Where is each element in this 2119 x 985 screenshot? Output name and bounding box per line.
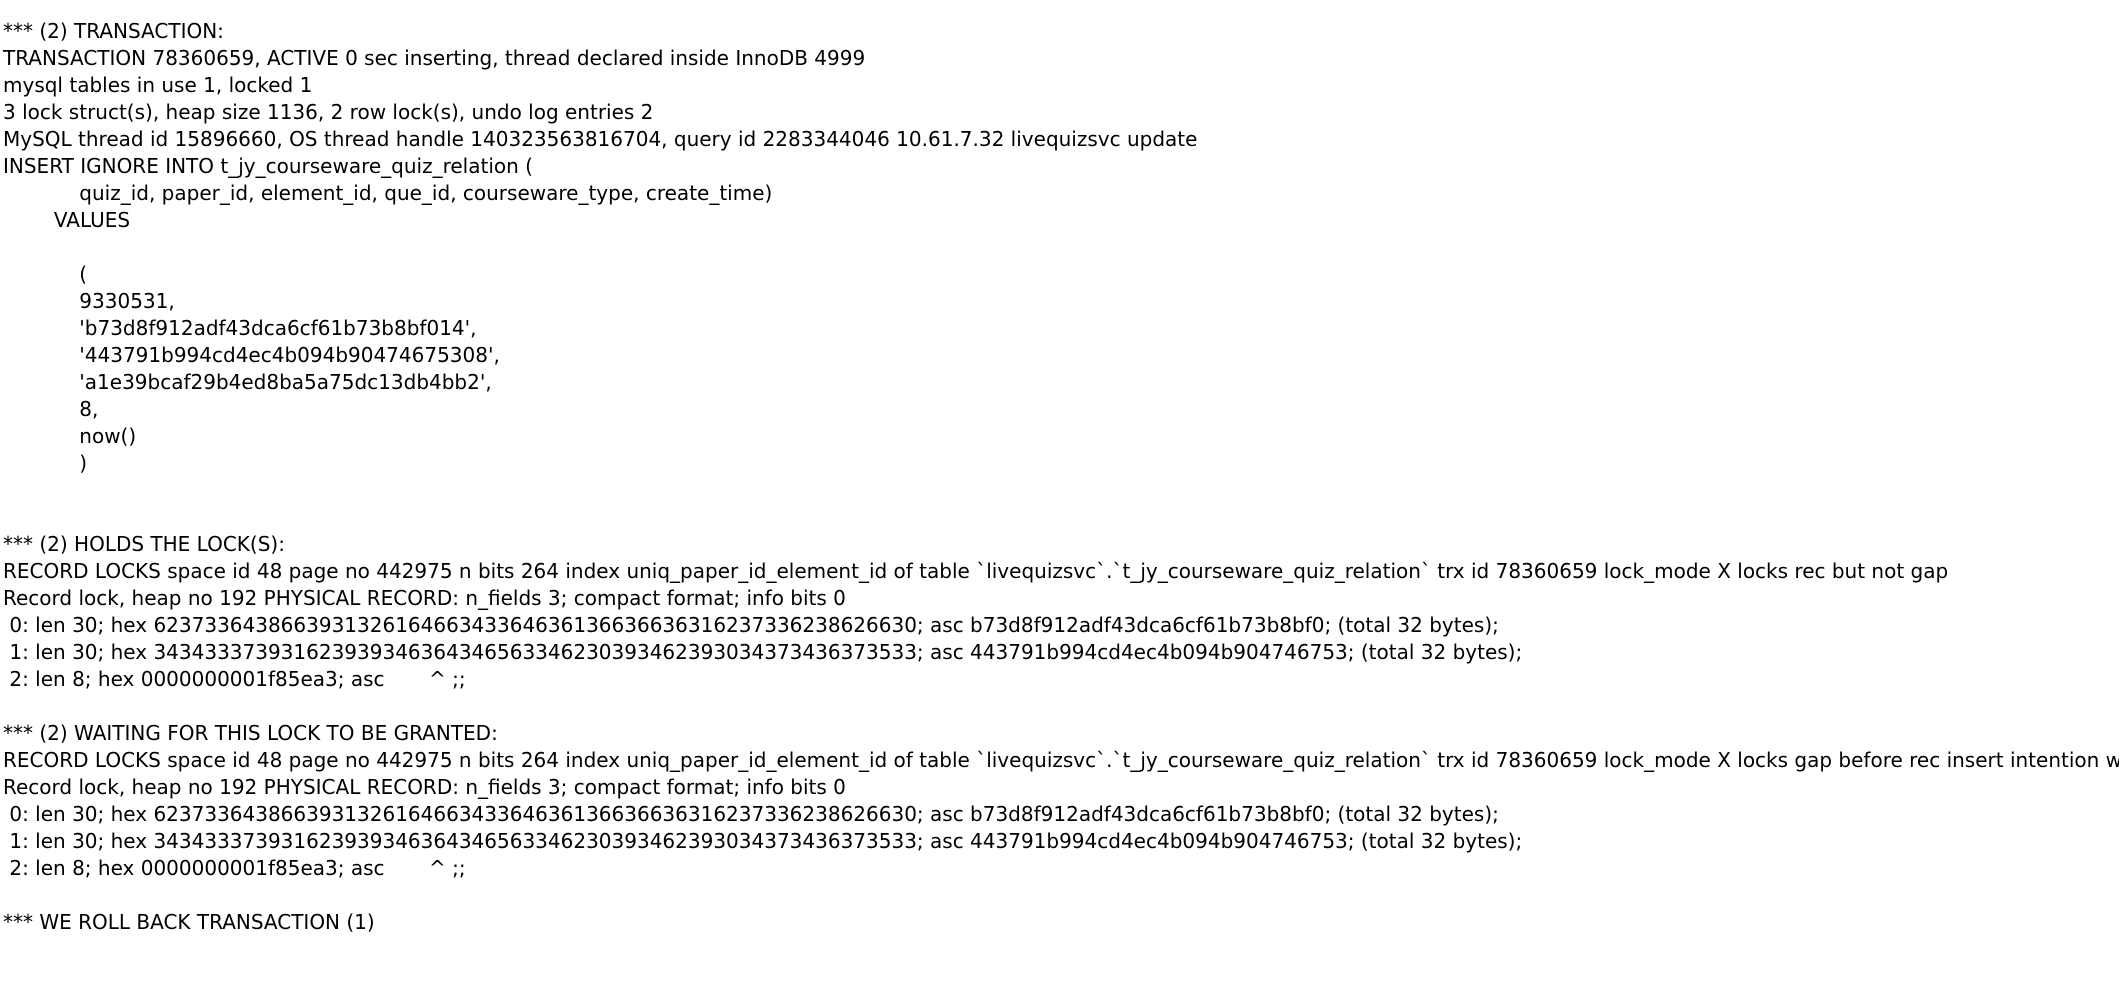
log-line: 1: len 30; hex 3434333739316239393463643… <box>3 640 1523 664</box>
log-line: ) <box>3 451 88 475</box>
log-line: Record lock, heap no 192 PHYSICAL RECORD… <box>3 775 846 799</box>
log-line: 0: len 30; hex 6237336438663931326164663… <box>3 802 1499 826</box>
log-line: INSERT IGNORE INTO t_jy_courseware_quiz_… <box>3 154 533 178</box>
log-line: now() <box>3 424 137 448</box>
log-line: 1: len 30; hex 3434333739316239393463643… <box>3 829 1523 853</box>
log-line: quiz_id, paper_id, element_id, que_id, c… <box>3 181 773 205</box>
log-line: 'b73d8f912adf43dca6cf61b73b8bf014', <box>3 316 477 340</box>
log-line: mysql tables in use 1, locked 1 <box>3 73 313 97</box>
log-line: RECORD LOCKS space id 48 page no 442975 … <box>3 559 1949 583</box>
log-line: *** (2) HOLDS THE LOCK(S): <box>3 532 285 556</box>
log-line: 0: len 30; hex 6237336438663931326164663… <box>3 613 1499 637</box>
log-line: RECORD LOCKS space id 48 page no 442975 … <box>3 748 2119 772</box>
log-line: Record lock, heap no 192 PHYSICAL RECORD… <box>3 586 846 610</box>
log-line: VALUES <box>3 208 131 232</box>
log-line: 2: len 8; hex 0000000001f85ea3; asc ^ ;; <box>3 856 466 880</box>
log-line: *** (2) WAITING FOR THIS LOCK TO BE GRAN… <box>3 721 498 745</box>
log-line: 3 lock struct(s), heap size 1136, 2 row … <box>3 100 654 124</box>
log-line: MySQL thread id 15896660, OS thread hand… <box>3 127 1198 151</box>
log-line: '443791b994cd4ec4b094b90474675308', <box>3 343 500 367</box>
log-line: ( <box>3 262 88 286</box>
log-line: 8, <box>3 397 99 421</box>
deadlock-log: *** (2) TRANSACTION: TRANSACTION 7836065… <box>3 18 2119 936</box>
log-line: *** WE ROLL BACK TRANSACTION (1) <box>3 910 375 934</box>
log-line: 9330531, <box>3 289 175 313</box>
log-line: *** (2) TRANSACTION: <box>3 19 224 43</box>
log-line: 'a1e39bcaf29b4ed8ba5a75dc13db4bb2', <box>3 370 492 394</box>
log-line: TRANSACTION 78360659, ACTIVE 0 sec inser… <box>3 46 866 70</box>
log-line: 2: len 8; hex 0000000001f85ea3; asc ^ ;; <box>3 667 466 691</box>
